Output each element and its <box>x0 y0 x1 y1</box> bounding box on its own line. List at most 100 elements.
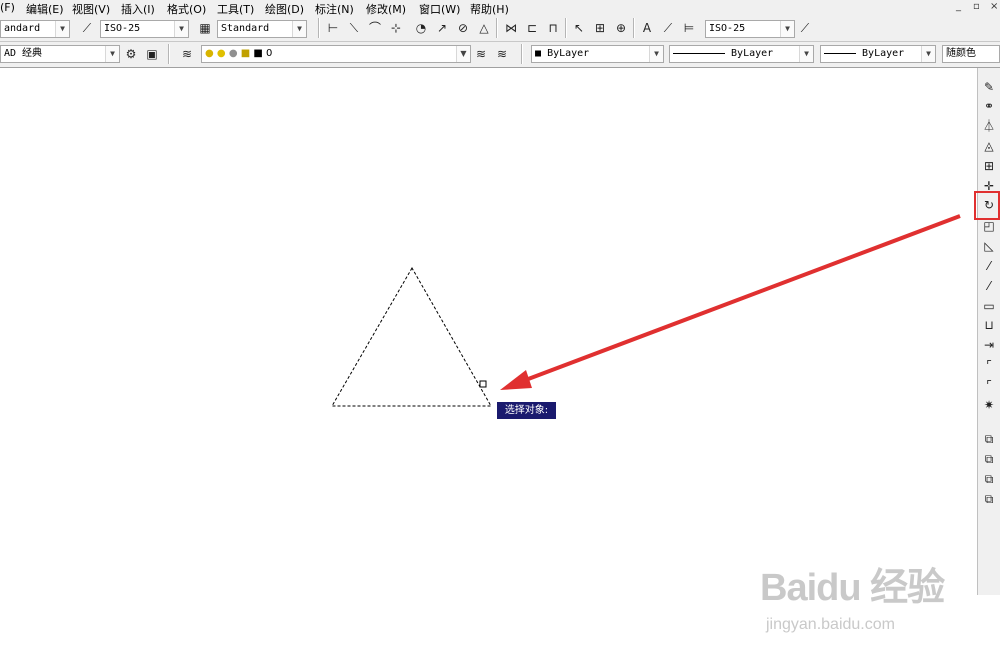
break-at-point-icon[interactable]: ▭ <box>980 297 998 315</box>
offset-icon[interactable]: ◬ <box>980 137 998 155</box>
trim-icon[interactable]: ⁄ <box>980 257 998 275</box>
menu-format[interactable]: 格式(O) <box>167 1 206 17</box>
linetype-combo[interactable]: ByLayer ▼ <box>669 45 814 63</box>
dim-radius-icon[interactable]: ◔ <box>412 19 430 37</box>
lineweight-value: ByLayer <box>862 48 905 59</box>
layer-previous-icon[interactable]: ≋ <box>493 45 511 63</box>
pickbox-cursor <box>479 380 487 388</box>
extend-icon[interactable]: ⁄ <box>980 277 998 295</box>
dim-baseline-icon[interactable]: ⊏ <box>523 19 541 37</box>
draworder-front-icon[interactable]: ⧉ <box>980 430 998 448</box>
center-mark-icon[interactable]: ⊕ <box>612 19 630 37</box>
color-swatch: ■ <box>535 48 542 59</box>
dim-text-edit-icon[interactable]: ⟋ <box>659 19 677 37</box>
menu-insert[interactable]: 插入(I) <box>121 1 155 17</box>
command-prompt-tooltip: 选择对象: <box>497 402 556 419</box>
chevron-down-icon: ▼ <box>456 46 470 62</box>
canvas-graphics <box>331 214 961 407</box>
dim-ordinate-icon[interactable]: ⊹ <box>387 19 405 37</box>
color-combo[interactable]: ■ ByLayer ▼ <box>531 45 664 63</box>
dim-aligned-icon[interactable]: ⟍ <box>345 19 363 37</box>
toolbar-divider <box>318 18 320 38</box>
join-icon[interactable]: ⇥ <box>980 336 998 354</box>
drawing-canvas[interactable]: Baidu 经验 jingyan.baidu.com <box>0 68 977 633</box>
lineweight-combo[interactable]: ByLayer ▼ <box>820 45 936 63</box>
freeze-viewport-icon: ● <box>228 48 238 59</box>
chevron-down-icon: ▼ <box>292 21 306 37</box>
chamfer-icon[interactable]: ⌜ <box>980 356 998 374</box>
table-style-combo[interactable]: Standard ▼ <box>217 20 307 38</box>
chevron-down-icon: ▼ <box>174 21 188 37</box>
stretch-icon[interactable]: ◺ <box>980 237 998 255</box>
layer-properties-icon[interactable]: ≋ <box>178 45 196 63</box>
mirror-icon[interactable]: ⏃ <box>980 117 998 135</box>
dim-linear-icon[interactable]: ⊢ <box>324 19 342 37</box>
draworder-back-icon[interactable]: ⧉ <box>980 450 998 468</box>
linetype-preview <box>673 52 725 54</box>
minimize-button[interactable]: _ <box>956 1 961 12</box>
workspace-combo[interactable]: AD 经典 ▼ <box>0 45 120 63</box>
table-style-value: Standard <box>221 23 270 34</box>
menu-help[interactable]: 帮助(H) <box>470 1 509 17</box>
chevron-down-icon: ▼ <box>649 46 663 62</box>
menu-modify[interactable]: 修改(M) <box>366 1 406 17</box>
plotstyle-combo[interactable]: 随颜色 <box>942 45 1000 63</box>
menu-edit[interactable]: 编辑(E) <box>26 1 64 17</box>
menu-draw[interactable]: 绘图(D) <box>265 1 304 17</box>
explode-icon[interactable]: ✷ <box>980 396 998 414</box>
quick-leader-icon[interactable]: ↖ <box>570 19 588 37</box>
dim-update-icon[interactable]: ⊨ <box>680 19 698 37</box>
quick-dimension-icon[interactable]: ⋈ <box>502 19 520 37</box>
make-layer-current-icon[interactable]: ≋ <box>472 45 490 63</box>
dim-continue-icon[interactable]: ⊓ <box>544 19 562 37</box>
draworder-above-icon[interactable]: ⧉ <box>980 470 998 488</box>
sun-icon: ● <box>216 48 226 59</box>
toolbar-divider <box>521 44 523 64</box>
chevron-down-icon: ▼ <box>799 46 813 62</box>
toolbar-divider <box>633 18 635 38</box>
layer-color-swatch: ■ <box>253 48 263 59</box>
dim-jogged-icon[interactable]: ↗ <box>433 19 451 37</box>
dim-edit-icon[interactable]: A <box>638 19 656 37</box>
array-icon[interactable]: ⊞ <box>980 157 998 175</box>
menu-file[interactable]: (F) <box>0 1 15 14</box>
menu-dimension[interactable]: 标注(N) <box>315 1 354 17</box>
annotation-arrowhead <box>500 370 532 390</box>
dim-style-right-value: ISO-25 <box>709 23 746 34</box>
color-value: ByLayer <box>547 48 590 59</box>
workspace-value: AD 经典 <box>4 48 43 59</box>
toolbar-divider <box>565 18 567 38</box>
table-style-icon[interactable]: ▦ <box>196 19 214 37</box>
layer-value: 0 <box>266 48 273 59</box>
dim-angular-icon[interactable]: △ <box>475 19 493 37</box>
break-icon[interactable]: ⊔ <box>980 316 998 334</box>
text-style-combo[interactable]: andard ▼ <box>0 20 70 38</box>
menu-view[interactable]: 视图(V) <box>72 1 110 17</box>
toolbar-divider <box>168 44 170 64</box>
watermark: Baidu 经验 jingyan.baidu.com <box>760 556 960 646</box>
draworder-under-icon[interactable]: ⧉ <box>980 490 998 508</box>
layer-combo[interactable]: ● ● ● ■ ■ 0 ▼ <box>201 45 471 63</box>
rotate-highlight-box <box>974 191 1000 220</box>
bulb-icon: ● <box>205 48 214 59</box>
dim-arc-icon[interactable]: ⌒ <box>366 19 384 37</box>
tolerance-icon[interactable]: ⊞ <box>591 19 609 37</box>
save-workspace-icon[interactable]: ▣ <box>143 45 161 63</box>
menu-tools[interactable]: 工具(T) <box>217 1 254 17</box>
dim-diameter-icon[interactable]: ⊘ <box>454 19 472 37</box>
erase-icon[interactable]: ✎ <box>980 78 998 96</box>
close-button[interactable]: × <box>990 1 998 12</box>
chevron-down-icon: ▼ <box>105 46 119 62</box>
menu-window[interactable]: 窗口(W) <box>419 1 460 17</box>
dim-style-manager-icon[interactable]: ⟋ <box>796 19 814 37</box>
plotstyle-value: 随颜色 <box>946 48 976 59</box>
copy-icon[interactable]: ⚭ <box>980 97 998 115</box>
menu-bar: (F) 编辑(E) 视图(V) 插入(I) 格式(O) 工具(T) 绘图(D) … <box>0 0 1000 16</box>
dim-style-icon[interactable]: ⟋ <box>78 19 96 37</box>
restore-button[interactable]: ▫ <box>973 1 980 12</box>
dim-style-combo-right[interactable]: ISO-25 ▼ <box>705 20 795 38</box>
selected-triangle <box>331 266 492 407</box>
dim-style-combo[interactable]: ISO-25 ▼ <box>100 20 189 38</box>
workspace-settings-icon[interactable]: ⚙ <box>122 45 140 63</box>
fillet-icon[interactable]: ⌜ <box>980 376 998 394</box>
